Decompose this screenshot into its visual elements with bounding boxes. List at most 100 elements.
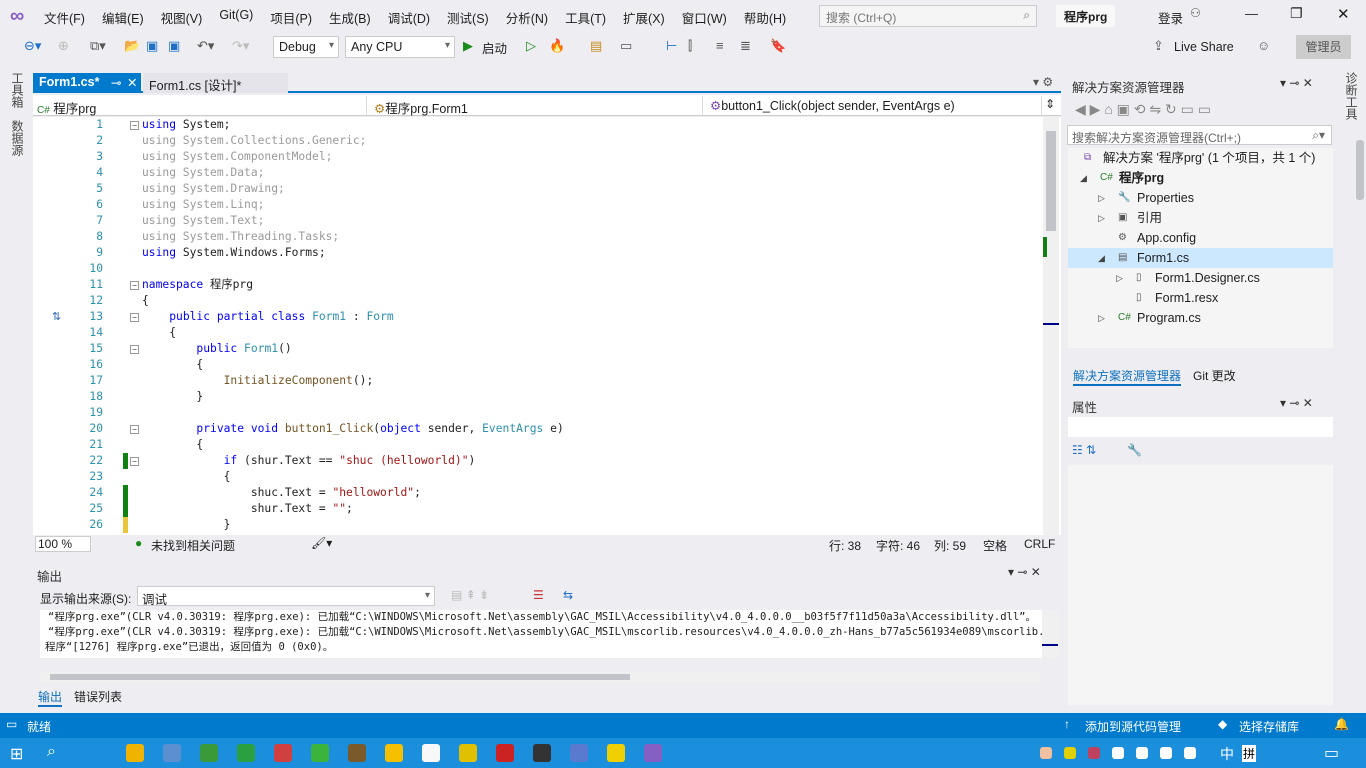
app-icon[interactable] xyxy=(200,744,218,762)
feedback-icon[interactable]: ☺ xyxy=(1257,38,1270,53)
tree-node[interactable]: ⧉ 解决方案 '程序prg' (1 个项目，共 1 个) xyxy=(1068,148,1333,168)
panel-controls[interactable]: ▾ ⊸ ✕ xyxy=(1280,76,1313,90)
window-layout-icon[interactable]: ▭ xyxy=(620,38,632,54)
code-line[interactable]: 1 − using System; xyxy=(33,117,1043,133)
pin-icon[interactable]: ⊸ xyxy=(111,75,121,90)
tray-icon[interactable] xyxy=(1184,747,1196,759)
close-window-button[interactable]: ✕ xyxy=(1337,5,1350,23)
tree-node[interactable]: ⚙ App.config xyxy=(1068,228,1333,248)
menu-item[interactable]: 项目(P) xyxy=(270,8,312,27)
issues-status[interactable]: 未找到相关问题 xyxy=(151,537,235,554)
select-repo-button[interactable]: 选择存储库 xyxy=(1239,718,1299,735)
action-center-icon[interactable]: ▭ xyxy=(1324,743,1339,763)
code-line[interactable]: 13 − public partial class Form1 : Form xyxy=(33,309,1043,325)
code-line[interactable]: 20 − private void button1_Click(object se… xyxy=(33,421,1043,437)
codelens-icon[interactable]: ⇅ xyxy=(52,310,61,323)
menu-item[interactable]: 编辑(E) xyxy=(102,8,144,27)
tab-overflow-icon[interactable]: ▾ ⚙ xyxy=(1033,75,1053,89)
panel-controls[interactable]: ▾ ⊸ ✕ xyxy=(1280,396,1313,410)
code-line[interactable]: 3 using System.ComponentModel; xyxy=(33,149,1043,165)
expand-icon[interactable]: ▷ xyxy=(1116,268,1123,288)
code-line[interactable]: 9 using System.Windows.Forms; xyxy=(33,245,1043,261)
word-wrap-icon[interactable]: ⇆ xyxy=(563,588,573,602)
outdent-icon[interactable]: ≡ xyxy=(716,38,724,53)
tray-icon[interactable] xyxy=(1160,747,1172,759)
output-panel-controls[interactable]: ▾ ⊸ ✕ xyxy=(1008,565,1041,579)
output-source-select[interactable]: 调试 xyxy=(137,586,435,607)
tree-node[interactable]: ◢ C# 程序prg xyxy=(1068,168,1333,188)
live-share-button[interactable]: Live Share xyxy=(1174,40,1234,54)
menu-item[interactable]: 扩展(X) xyxy=(623,8,665,27)
categorized-icon[interactable]: ☷ ⇅ xyxy=(1072,443,1096,457)
minimize-button[interactable]: — xyxy=(1245,6,1258,21)
collapse-icon[interactable]: ◢ xyxy=(1098,248,1105,268)
tray-icon[interactable] xyxy=(1136,747,1148,759)
start-button[interactable]: 启动 xyxy=(482,38,507,57)
app-icon[interactable] xyxy=(311,744,329,762)
tab-form1-cs[interactable]: Form1.cs* ⊸ ✕ xyxy=(33,73,141,93)
code-line[interactable]: 12 { xyxy=(33,293,1043,309)
hot-reload-icon[interactable]: 🔥 xyxy=(549,38,565,54)
flash-icon[interactable] xyxy=(496,744,514,762)
line-indicator[interactable]: 行: 38 xyxy=(829,537,861,554)
menu-item[interactable]: 调试(D) xyxy=(388,8,430,27)
file-explorer-icon[interactable] xyxy=(126,744,144,762)
ime-mode[interactable]: 拼 xyxy=(1242,745,1257,762)
visual-studio-logo-icon[interactable]: ∞ xyxy=(10,5,32,27)
toolbox-tab[interactable]: 工具箱 xyxy=(9,72,26,108)
bookmark-icon[interactable]: 🔖 xyxy=(770,38,786,54)
app-icon[interactable] xyxy=(607,744,625,762)
code-line[interactable]: 10 xyxy=(33,261,1043,277)
expand-icon[interactable]: ▷ xyxy=(1098,308,1105,328)
code-line[interactable]: 8 using System.Threading.Tasks; xyxy=(33,229,1043,245)
tree-node[interactable]: ▷ ▣ 引用 xyxy=(1068,208,1333,228)
scroll-thumb[interactable] xyxy=(1046,131,1056,231)
whitespace-indicator[interactable]: 空格 xyxy=(983,537,1007,554)
menu-item[interactable]: 窗口(W) xyxy=(682,8,727,27)
tree-node[interactable]: ▷ 🔧 Properties xyxy=(1068,188,1333,208)
ime-language[interactable]: 中 xyxy=(1220,744,1234,764)
new-project-icon[interactable]: ⧉▾ xyxy=(90,38,106,54)
code-line[interactable]: 2 using System.Collections.Generic; xyxy=(33,133,1043,149)
redo-icon[interactable]: ↷▾ xyxy=(232,38,249,54)
code-line[interactable]: 17 InitializeComponent(); xyxy=(33,373,1043,389)
editor-vertical-scrollbar[interactable] xyxy=(1043,117,1059,535)
expand-icon[interactable]: ▷ xyxy=(1098,208,1105,228)
fold-toggle-icon[interactable]: − xyxy=(130,121,139,130)
data-sources-tab[interactable]: 数据源 xyxy=(9,120,26,156)
notification-icon[interactable]: 🔔 xyxy=(1334,717,1349,731)
tree-node[interactable]: ▷ ▯ Form1.Designer.cs xyxy=(1068,268,1333,288)
code-line[interactable]: 22 − if (shur.Text == "shuc (helloworld)"… xyxy=(33,453,1043,469)
expand-icon[interactable]: ▷ xyxy=(1098,188,1105,208)
code-line[interactable]: 18 } xyxy=(33,389,1043,405)
code-line[interactable]: 23 { xyxy=(33,469,1043,485)
taskbar-search-icon[interactable]: ⌕ xyxy=(47,743,56,761)
menu-item[interactable]: 测试(S) xyxy=(447,8,489,27)
indent-icon[interactable]: ≣ xyxy=(740,38,751,54)
login-button[interactable]: 登录 xyxy=(1158,8,1183,27)
add-source-control-button[interactable]: 添加到源代码管理 xyxy=(1085,718,1181,735)
platform-select[interactable]: Any CPU xyxy=(345,36,455,58)
app-icon[interactable] xyxy=(533,744,551,762)
tree-node[interactable]: ▷ C# Program.cs xyxy=(1068,308,1333,328)
zoom-select[interactable]: 100 % xyxy=(35,536,91,552)
code-line[interactable]: 26 } xyxy=(33,517,1043,533)
output-vertical-scrollbar[interactable] xyxy=(1042,610,1058,658)
code-line[interactable]: 21 { xyxy=(33,437,1043,453)
collapse-icon[interactable]: ◢ xyxy=(1080,168,1087,188)
output-horizontal-scrollbar[interactable] xyxy=(40,672,1040,682)
output-text[interactable]: “程序prg.exe”(CLR v4.0.30319: 程序prg.exe): … xyxy=(40,610,1042,658)
fold-toggle-icon[interactable]: − xyxy=(130,345,139,354)
account-icon[interactable]: ⚇ xyxy=(1190,6,1201,20)
tree-node[interactable]: ◢ ▤ Form1.cs xyxy=(1068,248,1333,268)
app-icon[interactable] xyxy=(570,744,588,762)
solution-search-input[interactable]: 搜索解决方案资源管理器(Ctrl+;) ⌕▾ xyxy=(1067,125,1332,145)
solution-explorer-tab[interactable]: 解决方案资源管理器 xyxy=(1073,367,1182,386)
windows-start-icon[interactable]: ⊞ xyxy=(10,744,23,764)
fold-toggle-icon[interactable]: − xyxy=(130,313,139,322)
app-icon[interactable] xyxy=(348,744,366,762)
start-icon[interactable]: ▶ xyxy=(463,38,473,54)
output-toolbar-icons[interactable]: ▤ ⇞ ⇟ xyxy=(451,588,489,602)
member-nav-select[interactable]: ⚙button1_Click(object sender, EventArgs … xyxy=(706,96,1042,115)
app-icon[interactable] xyxy=(385,744,403,762)
